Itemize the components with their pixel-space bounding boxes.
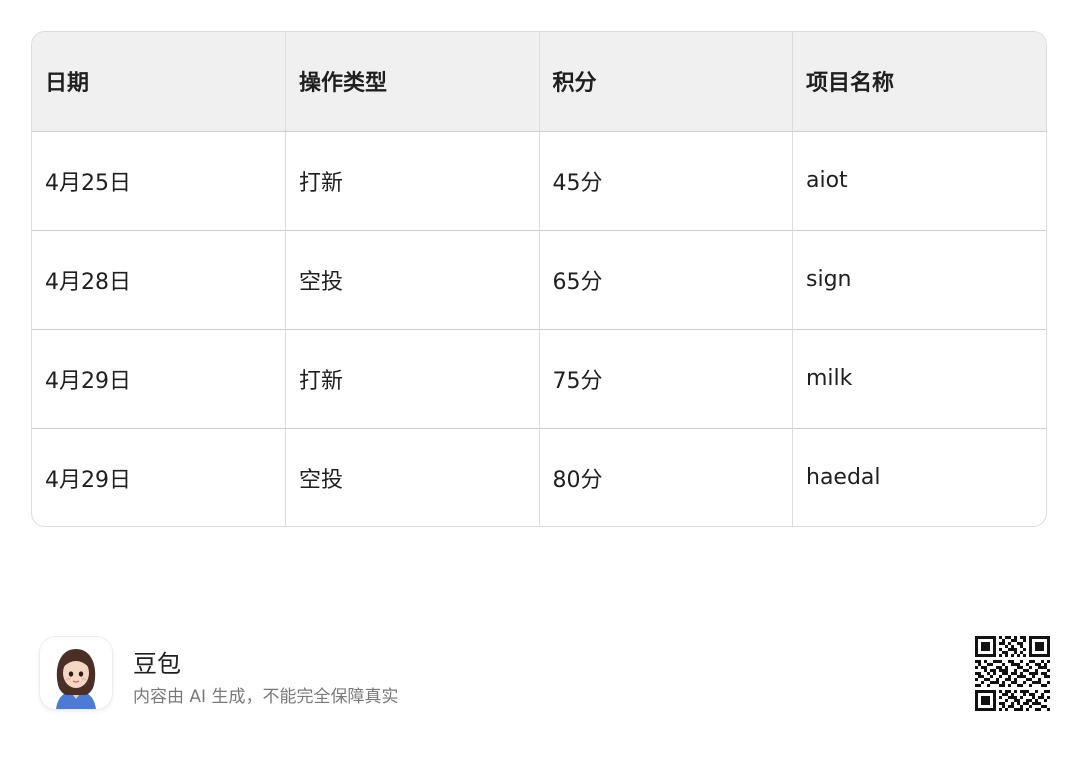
brand-name: 豆包 xyxy=(133,650,181,678)
header-date: 日期 xyxy=(32,32,286,132)
cell-points: 45分 xyxy=(539,131,793,230)
cell-date: 4月29日 xyxy=(32,427,286,526)
points-table: 日期 操作类型 积分 项目名称 4月25日 打新 45分 aiot 4月28日 … xyxy=(32,32,1046,526)
ai-disclaimer: 内容由 AI 生成，不能完全保障真实 xyxy=(133,687,399,707)
cell-points: 65分 xyxy=(539,229,793,329)
header-project-name: 项目名称 xyxy=(792,32,1046,132)
cell-project-name: aiot xyxy=(806,168,848,193)
assistant-avatar-icon xyxy=(40,637,112,709)
points-table-card: 日期 操作类型 积分 项目名称 4月25日 打新 45分 aiot 4月28日 … xyxy=(31,31,1047,527)
table-row: 4月25日 打新 45分 aiot xyxy=(32,131,1046,230)
cell-points: 80分 xyxy=(539,427,793,526)
cell-date: 4月25日 xyxy=(32,131,286,230)
table-row: 4月28日 空投 65分 sign xyxy=(32,229,1046,329)
cell-date: 4月29日 xyxy=(32,328,286,428)
cell-points: 75分 xyxy=(539,328,793,428)
table-header-row: 日期 操作类型 积分 项目名称 xyxy=(32,32,1046,132)
table-row: 4月29日 空投 80分 haedal xyxy=(32,427,1046,526)
cell-operation-type: 空投 xyxy=(285,229,540,329)
cell-project-name: haedal xyxy=(792,427,1046,526)
table-row: 4月29日 打新 75分 milk xyxy=(32,328,1046,428)
cell-date: 4月28日 xyxy=(32,229,286,329)
cell-operation-type: 打新 xyxy=(285,131,540,230)
footer-branding: 豆包 内容由 AI 生成，不能完全保障真实 xyxy=(40,636,1050,712)
header-points: 积分 xyxy=(539,32,793,132)
cell-project-name: milk xyxy=(792,328,1046,428)
header-operation-type: 操作类型 xyxy=(285,32,540,132)
cell-operation-type: 打新 xyxy=(285,328,540,428)
cell-project-name: sign xyxy=(792,229,1046,329)
cell-operation-type: 空投 xyxy=(285,427,540,526)
qr-code-icon xyxy=(975,636,1050,711)
